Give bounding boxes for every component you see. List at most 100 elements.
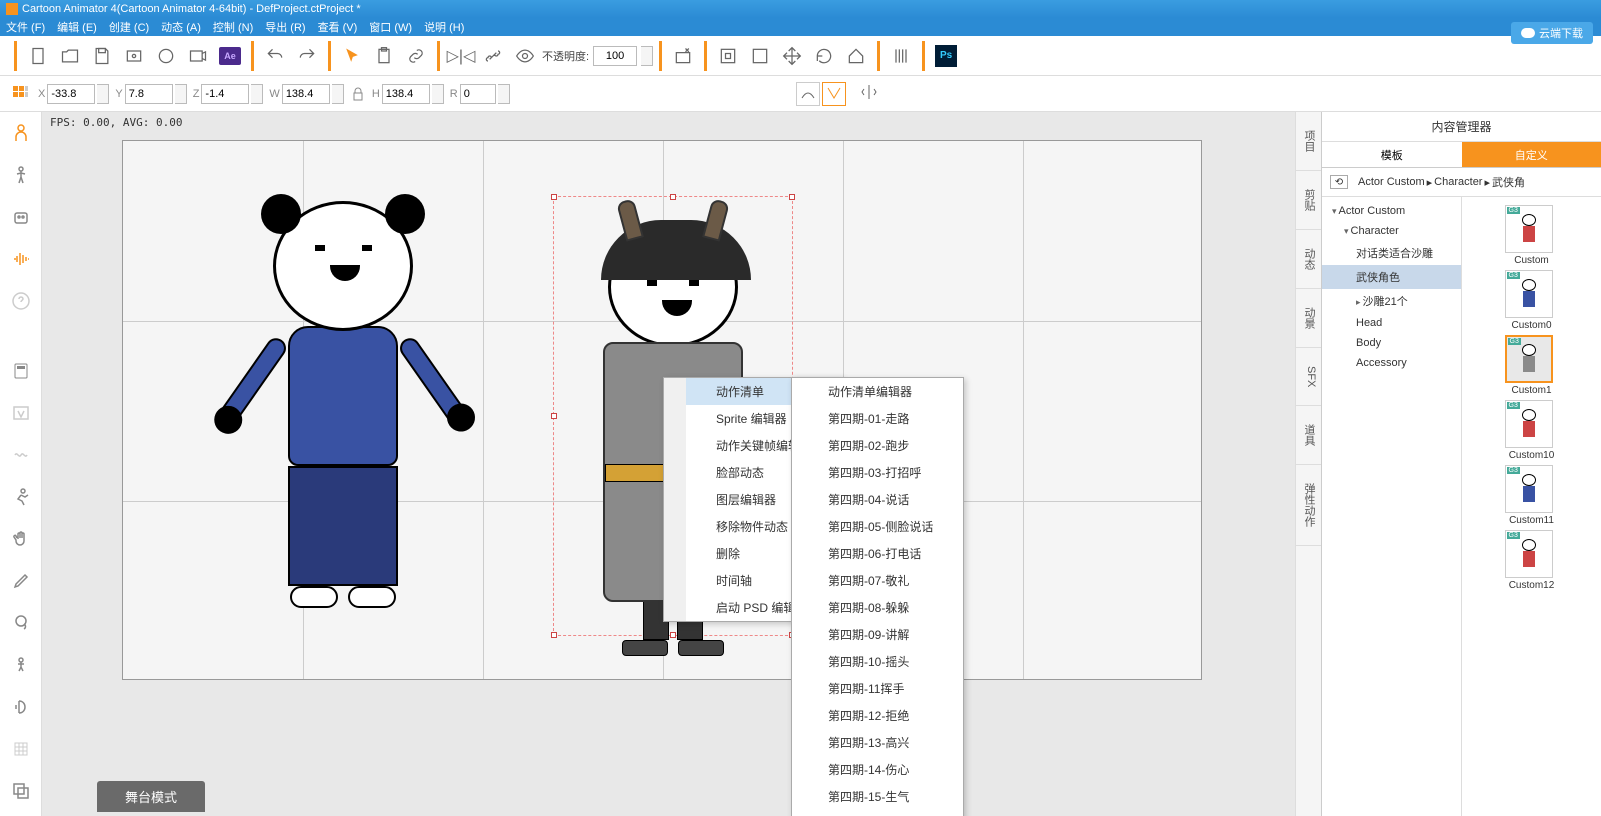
menu-window[interactable]: 窗口 (W) — [369, 19, 412, 35]
menu-edit[interactable]: 编辑 (E) — [57, 19, 97, 35]
link-button[interactable] — [401, 41, 431, 71]
export-movie-button[interactable] — [183, 41, 213, 71]
submenu-item[interactable]: 第四期-07-敬礼 — [792, 567, 963, 594]
profile-tool[interactable] — [8, 694, 34, 720]
tree-item[interactable]: ▸沙雕21个 — [1322, 289, 1461, 313]
help-tool[interactable] — [8, 288, 34, 314]
snap-button[interactable]: ▷|◁ — [446, 41, 476, 71]
grid-icon[interactable] — [10, 83, 32, 105]
x-input[interactable] — [47, 84, 95, 104]
character-1[interactable] — [233, 201, 453, 611]
thumbnail[interactable]: G3Custom12 — [1505, 530, 1559, 591]
hand-tool[interactable] — [8, 526, 34, 552]
w-input[interactable] — [282, 84, 330, 104]
thumbnail[interactable]: G3Custom1 — [1505, 335, 1559, 396]
opacity-input[interactable] — [593, 46, 637, 66]
side-tab-project[interactable]: 项目 — [1296, 112, 1321, 171]
submenu-item[interactable]: 第四期-02-跑步 — [792, 432, 963, 459]
y-input[interactable] — [125, 84, 173, 104]
submenu-item[interactable]: 第四期-16-眩晕 — [792, 810, 963, 816]
side-tab-animate[interactable]: 动态 — [1296, 230, 1321, 289]
audio-tool[interactable] — [8, 246, 34, 272]
submenu-item[interactable]: 第四期-15-生气 — [792, 783, 963, 810]
text-tool[interactable] — [8, 400, 34, 426]
submenu-item[interactable]: 第四期-08-躲躲 — [792, 594, 963, 621]
side-tab-clip[interactable]: 剪贴 — [1296, 171, 1321, 230]
submenu-item[interactable]: 第四期-11挥手 — [792, 675, 963, 702]
menu-help[interactable]: 说明 (H) — [424, 19, 464, 35]
menu-animate[interactable]: 动态 (A) — [161, 19, 201, 35]
home-button[interactable] — [841, 41, 871, 71]
submenu-item[interactable]: 第四期-13-高兴 — [792, 729, 963, 756]
head-tool[interactable] — [8, 610, 34, 636]
flip-button[interactable] — [860, 83, 882, 105]
thumbnail[interactable]: G3Custom11 — [1505, 465, 1559, 526]
tree-item[interactable]: ▾Actor Custom — [1322, 201, 1461, 221]
menu-create[interactable]: 创建 (C) — [109, 19, 149, 35]
ae-export-button[interactable]: Ae — [215, 41, 245, 71]
pose-tool[interactable] — [8, 162, 34, 188]
tree-item[interactable]: 对话类适合沙雕 — [1322, 241, 1461, 265]
side-tab-sfx[interactable]: SFX — [1296, 348, 1321, 406]
face-tool[interactable] — [8, 204, 34, 230]
run-tool[interactable] — [8, 484, 34, 510]
pen-tool[interactable] — [8, 568, 34, 594]
new-file-button[interactable] — [23, 41, 53, 71]
bone-button[interactable] — [478, 41, 508, 71]
undo-button[interactable] — [260, 41, 290, 71]
cloud-download-button[interactable]: 云端下载 — [1511, 22, 1593, 44]
pan-button[interactable] — [745, 41, 775, 71]
select-tool[interactable] — [337, 41, 367, 71]
submenu-item[interactable]: 第四期-06-打电话 — [792, 540, 963, 567]
thumbnail[interactable]: G3Custom0 — [1505, 270, 1559, 331]
submenu-item[interactable]: 第四期-10-摇头 — [792, 648, 963, 675]
spring-tool[interactable] — [8, 442, 34, 468]
tree-item[interactable]: 武侠角色 — [1322, 265, 1461, 289]
clipboard-button[interactable] — [369, 41, 399, 71]
menu-export[interactable]: 导出 (R) — [265, 19, 305, 35]
actor-tool[interactable] — [8, 120, 34, 146]
side-tab-scene[interactable]: 动景 — [1296, 289, 1321, 348]
camera-button[interactable] — [668, 41, 698, 71]
puppet-tool[interactable] — [8, 652, 34, 678]
layers-tool[interactable] — [8, 778, 34, 804]
stage-mode-button[interactable]: 舞台模式 — [97, 781, 205, 812]
tree-item[interactable]: Accessory — [1322, 353, 1461, 373]
submenu-item[interactable]: 第四期-03-打招呼 — [792, 459, 963, 486]
export-button[interactable] — [119, 41, 149, 71]
submenu-item[interactable]: 动作清单编辑器 — [792, 378, 963, 405]
side-tab-prop[interactable]: 道具 — [1296, 406, 1321, 465]
photoshop-button[interactable]: Ps — [931, 41, 961, 71]
tree-item[interactable]: ▾Character — [1322, 221, 1461, 241]
menu-file[interactable]: 文件 (F) — [6, 19, 45, 35]
tab-template[interactable]: 模板 — [1322, 142, 1462, 168]
keyframe-curve-2[interactable] — [822, 82, 846, 106]
thumbnail[interactable]: G3Custom — [1505, 205, 1559, 266]
canvas[interactable]: FPS: 0.00, AVG: 0.00 — [42, 112, 1295, 816]
grid-tool[interactable] — [8, 736, 34, 762]
submenu-item[interactable]: 第四期-05-侧脸说话 — [792, 513, 963, 540]
render-button[interactable] — [151, 41, 181, 71]
tree-item[interactable]: Body — [1322, 333, 1461, 353]
move-button[interactable] — [777, 41, 807, 71]
tree-item[interactable]: Head — [1322, 313, 1461, 333]
tab-custom[interactable]: 自定义 — [1462, 142, 1601, 168]
submenu-item[interactable]: 第四期-09-讲解 — [792, 621, 963, 648]
submenu-item[interactable]: 第四期-12-拒绝 — [792, 702, 963, 729]
back-button[interactable]: ⟲ — [1330, 175, 1348, 189]
opacity-spinner[interactable] — [641, 46, 653, 66]
menu-control[interactable]: 控制 (N) — [213, 19, 253, 35]
eye-button[interactable] — [510, 41, 540, 71]
menu-view[interactable]: 查看 (V) — [318, 19, 358, 35]
open-file-button[interactable] — [55, 41, 85, 71]
submenu-item[interactable]: 第四期-14-伤心 — [792, 756, 963, 783]
rotate-button[interactable] — [809, 41, 839, 71]
h-input[interactable] — [382, 84, 430, 104]
submenu-item[interactable]: 第四期-01-走路 — [792, 405, 963, 432]
submenu-item[interactable]: 第四期-04-说话 — [792, 486, 963, 513]
save-file-button[interactable] — [87, 41, 117, 71]
lock-icon[interactable] — [350, 86, 366, 102]
z-input[interactable] — [201, 84, 249, 104]
r-input[interactable] — [460, 84, 496, 104]
keyframe-curve-1[interactable] — [796, 82, 820, 106]
